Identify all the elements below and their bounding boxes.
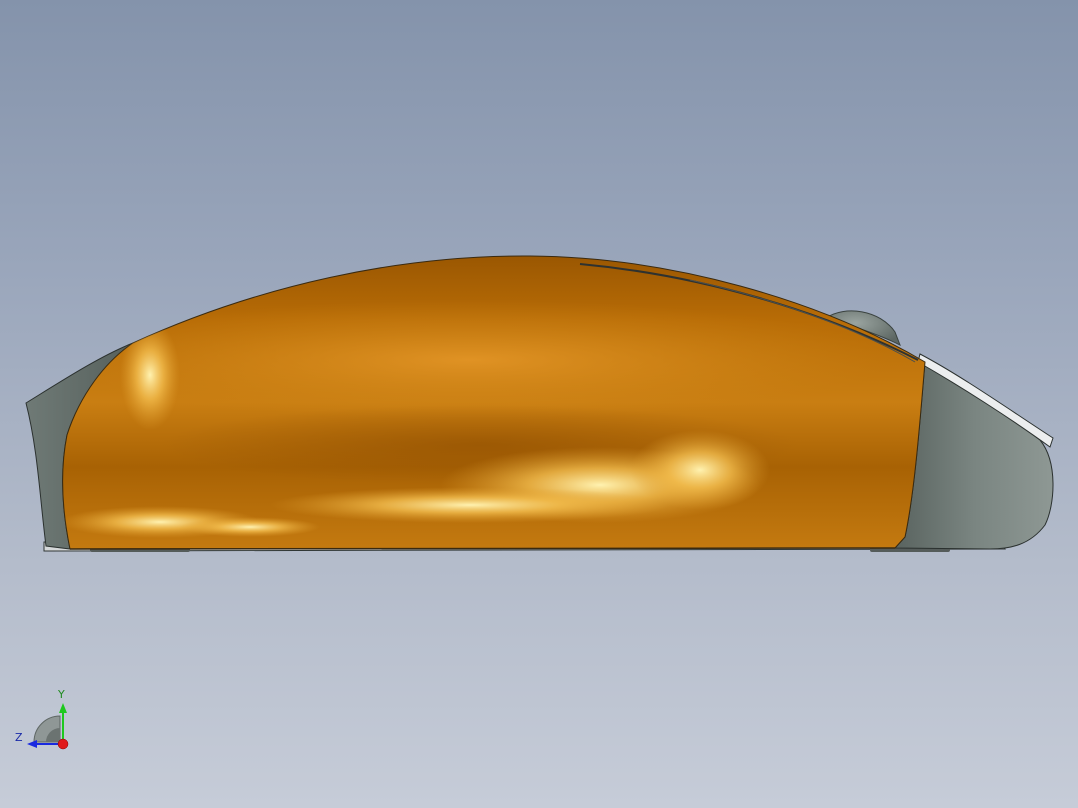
shell-bottom-seam [69, 547, 896, 550]
coordinate-triad: Y Z [10, 684, 80, 754]
z-axis-arrow [27, 740, 37, 748]
z-axis-label: Z [15, 731, 23, 744]
model-scene[interactable] [0, 0, 1078, 808]
graphics-viewport[interactable]: Y Z [0, 0, 1078, 808]
x-axis-dot [57, 738, 69, 750]
y-axis-arrow [59, 703, 67, 713]
y-axis-label: Y [58, 688, 65, 701]
